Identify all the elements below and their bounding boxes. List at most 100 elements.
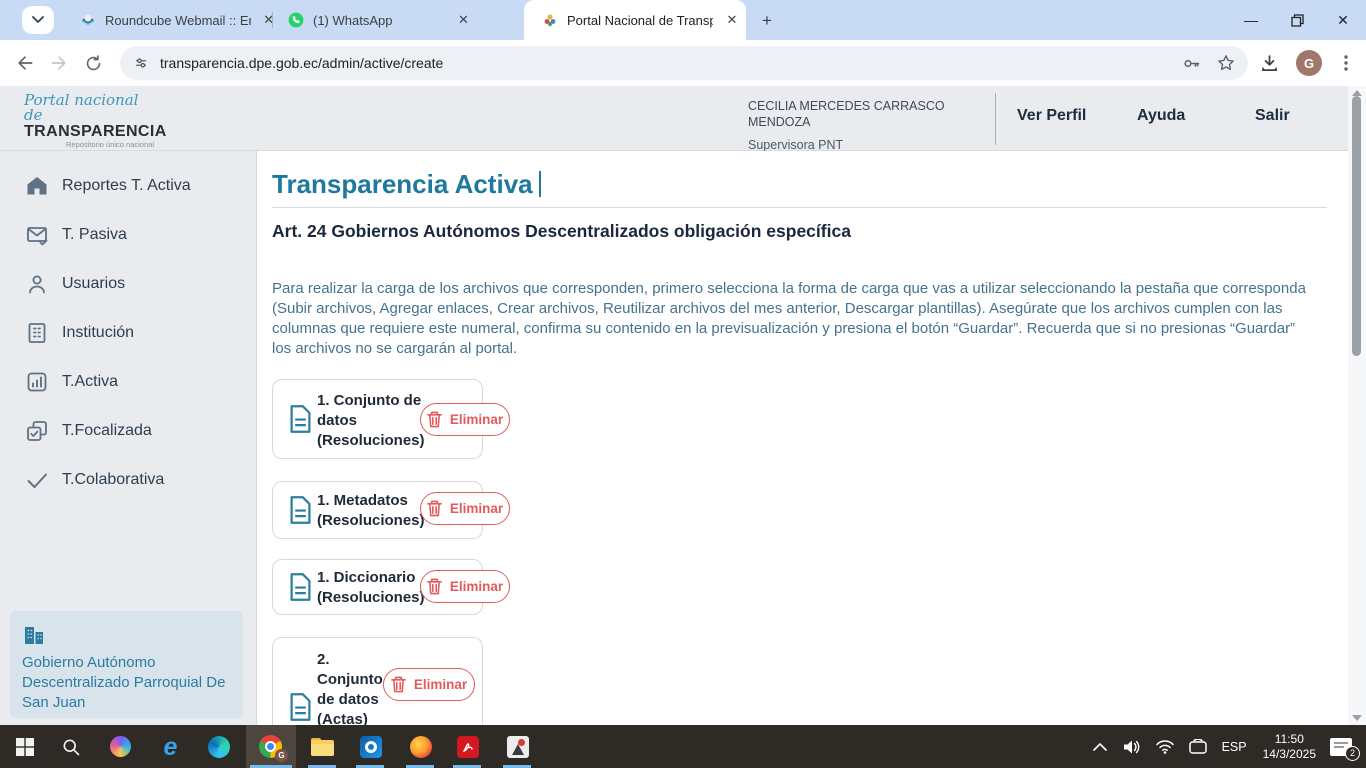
minimize-button[interactable]: — bbox=[1228, 0, 1274, 40]
page-scrollbar[interactable] bbox=[1348, 86, 1366, 725]
bookmark-star-icon[interactable] bbox=[1216, 53, 1236, 73]
tray-chevron-up-icon[interactable] bbox=[1093, 742, 1107, 751]
scroll-down-icon[interactable] bbox=[1352, 715, 1362, 721]
downloads-icon[interactable] bbox=[1259, 53, 1280, 74]
whatsapp-icon bbox=[288, 12, 304, 28]
desktop-screen: Roundcube Webmail :: Entrada ✕ (1) Whats… bbox=[0, 0, 1366, 768]
internet-explorer-icon[interactable]: e bbox=[158, 734, 183, 759]
mail-check-icon bbox=[25, 223, 49, 247]
tab-close-icon[interactable]: ✕ bbox=[261, 11, 276, 29]
nav-salir[interactable]: Salir bbox=[1255, 107, 1290, 125]
edge-icon[interactable] bbox=[206, 734, 231, 759]
tab-close-icon[interactable]: ✕ bbox=[454, 11, 472, 29]
clock-date: 14/3/2025 bbox=[1263, 747, 1316, 762]
eliminar-button[interactable]: Eliminar bbox=[420, 403, 510, 436]
eliminar-button[interactable]: Eliminar bbox=[383, 668, 475, 701]
eliminar-button[interactable]: Eliminar bbox=[420, 492, 510, 525]
document-icon bbox=[287, 692, 314, 722]
header-divider bbox=[995, 93, 996, 145]
tab-separator bbox=[272, 12, 273, 28]
password-key-icon[interactable] bbox=[1181, 53, 1202, 74]
chrome-icon[interactable]: G bbox=[258, 734, 283, 759]
start-button[interactable] bbox=[12, 734, 37, 759]
eliminar-label: Eliminar bbox=[450, 501, 503, 516]
sidebar-item-label: T.Colaborativa bbox=[62, 471, 164, 489]
sidebar-item-t-activa[interactable]: T.Activa bbox=[0, 362, 257, 402]
site-settings-icon bbox=[132, 54, 150, 72]
notification-badge: 2 bbox=[1345, 746, 1360, 761]
home-icon bbox=[25, 174, 49, 198]
sidebar-item-reportes-t-activa[interactable]: Reportes T. Activa bbox=[0, 166, 257, 206]
profile-avatar[interactable]: G bbox=[1296, 50, 1322, 76]
roundcube-icon bbox=[80, 12, 96, 28]
bar-chart-icon bbox=[25, 370, 49, 394]
taskbar-search-button[interactable] bbox=[58, 734, 83, 759]
menu-kebab-icon[interactable] bbox=[1338, 54, 1354, 72]
sidebar-item-t-pasiva[interactable]: T. Pasiva bbox=[0, 215, 257, 255]
tab-roundcube[interactable]: Roundcube Webmail :: Entrada ✕ bbox=[80, 0, 276, 40]
address-bar[interactable]: transparencia.dpe.gob.ec/admin/active/cr… bbox=[120, 46, 1248, 80]
file-explorer-icon[interactable] bbox=[310, 734, 335, 759]
action-center-button[interactable]: 2 bbox=[1330, 738, 1352, 756]
nav-ayuda[interactable]: Ayuda bbox=[1137, 107, 1185, 125]
sidebar: Reportes T. Activa T. Pasiva Usuarios bbox=[0, 151, 257, 725]
sidebar-item-t-colaborativa[interactable]: T.Colaborativa bbox=[0, 460, 257, 500]
sidebar-item-t-focalizada[interactable]: T.Focalizada bbox=[0, 411, 257, 451]
copilot-glyph bbox=[110, 736, 131, 757]
firefox-icon[interactable] bbox=[408, 734, 433, 759]
volume-icon[interactable] bbox=[1123, 739, 1142, 755]
new-tab-button[interactable]: + bbox=[755, 9, 779, 33]
windows-logo-icon bbox=[16, 738, 34, 756]
sidebar-organization-card[interactable]: Gobierno Autónomo Descentralizado Parroq… bbox=[10, 611, 243, 718]
trash-icon bbox=[427, 578, 442, 595]
restore-button[interactable] bbox=[1274, 0, 1320, 40]
document-icon bbox=[287, 495, 314, 525]
scrollbar-thumb[interactable] bbox=[1352, 96, 1361, 356]
java-glyph bbox=[507, 736, 529, 758]
back-button[interactable] bbox=[8, 46, 42, 80]
user-role: Supervisora PNT bbox=[748, 138, 993, 152]
sidebar-item-institucion[interactable]: Institución bbox=[0, 313, 257, 353]
sidebar-item-label: T.Focalizada bbox=[62, 422, 152, 440]
site-header: Portal nacional de TRANSPARENCIA Reposit… bbox=[0, 86, 1348, 151]
eliminar-button[interactable]: Eliminar bbox=[420, 570, 510, 603]
language-indicator[interactable]: ESP bbox=[1222, 740, 1247, 754]
clock[interactable]: 11:50 14/3/2025 bbox=[1263, 732, 1316, 762]
file-card-label: 1. Conjunto de datos (Resoluciones) bbox=[317, 391, 435, 451]
copilot-icon[interactable] bbox=[108, 734, 133, 759]
sidebar-item-usuarios[interactable]: Usuarios bbox=[0, 264, 257, 304]
copy-check-icon bbox=[25, 419, 49, 443]
logo-main-text: TRANSPARENCIA bbox=[24, 123, 154, 140]
folder-glyph bbox=[311, 738, 334, 756]
tab-title: Roundcube Webmail :: Entrada bbox=[105, 13, 251, 28]
file-card-label: 2. Conjunto de datos (Actas) bbox=[317, 650, 393, 730]
acrobat-glyph bbox=[457, 736, 479, 758]
window-controls: — ✕ bbox=[1228, 0, 1366, 40]
sidebar-item-label: T.Activa bbox=[62, 373, 118, 391]
close-button[interactable]: ✕ bbox=[1320, 0, 1366, 40]
tab-close-icon[interactable]: ✕ bbox=[723, 11, 741, 29]
tab-search-button[interactable] bbox=[22, 6, 54, 34]
forward-button[interactable] bbox=[42, 46, 76, 80]
url-text[interactable]: transparencia.dpe.gob.ec/admin/active/cr… bbox=[160, 55, 1173, 71]
wireless-display-icon[interactable] bbox=[1188, 739, 1208, 755]
site-logo[interactable]: Portal nacional de TRANSPARENCIA Reposit… bbox=[24, 93, 154, 149]
building-icon bbox=[25, 321, 49, 345]
sidebar-item-label: Usuarios bbox=[62, 275, 125, 293]
title-divider bbox=[272, 207, 1327, 208]
edge-glyph bbox=[208, 736, 230, 758]
java-app-icon[interactable] bbox=[505, 734, 530, 759]
clock-time: 11:50 bbox=[1263, 732, 1316, 747]
sidebar-item-label: Institución bbox=[62, 324, 134, 342]
outlook-icon[interactable] bbox=[358, 734, 383, 759]
tab-portal-active[interactable]: Portal Nacional de Transparenci ✕ bbox=[524, 0, 746, 40]
reload-button[interactable] bbox=[76, 46, 110, 80]
sidebar-item-label: T. Pasiva bbox=[62, 226, 127, 244]
browser-toolbar: transparencia.dpe.gob.ec/admin/active/cr… bbox=[0, 40, 1366, 86]
acrobat-icon[interactable] bbox=[455, 734, 480, 759]
nav-ver-perfil[interactable]: Ver Perfil bbox=[1017, 107, 1086, 125]
tab-whatsapp[interactable]: (1) WhatsApp ✕ bbox=[288, 0, 500, 40]
windows-taskbar: e G bbox=[0, 725, 1366, 768]
wifi-icon[interactable] bbox=[1155, 739, 1175, 754]
file-card-label: 1. Metadatos (Resoluciones) bbox=[317, 491, 435, 531]
